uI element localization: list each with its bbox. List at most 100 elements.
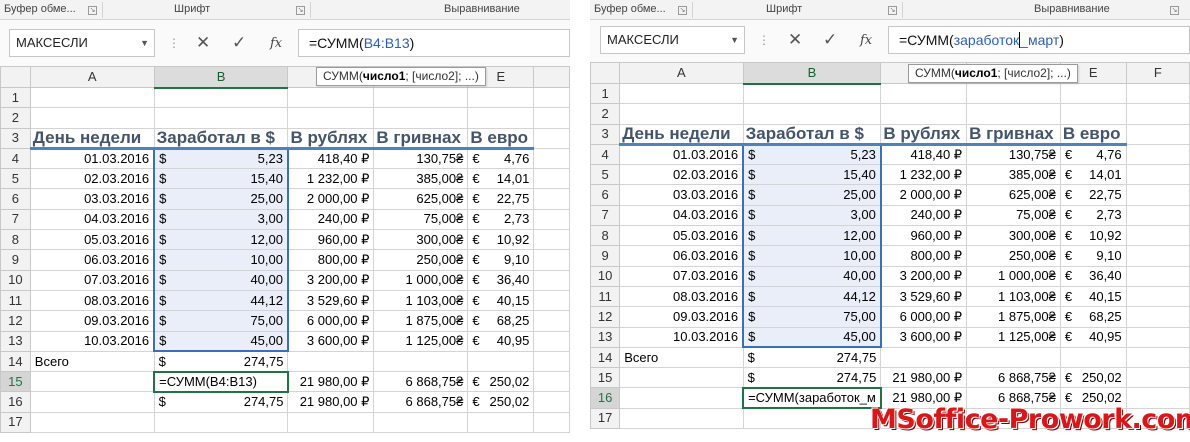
font-launcher-icon[interactable]: ↘ (296, 6, 305, 15)
cell[interactable] (533, 391, 570, 413)
total-label-cell[interactable]: Всего (619, 346, 744, 369)
column-header-b[interactable]: B (742, 62, 882, 85)
header-cell-uah[interactable]: В гривнах (966, 123, 1061, 146)
cell[interactable] (373, 86, 469, 109)
cell[interactable] (533, 269, 570, 291)
select-all-corner[interactable] (0, 66, 31, 88)
date-cell[interactable]: 08.03.2016 (619, 285, 744, 308)
usd-cell[interactable]: $5,23 (742, 143, 882, 166)
cell[interactable] (533, 411, 570, 434)
row-header[interactable]: 12 (590, 306, 621, 328)
row-header[interactable]: 2 (0, 107, 31, 129)
insert-function-icon[interactable]: fx (270, 36, 282, 51)
chevron-down-icon[interactable]: ▼ (140, 30, 149, 56)
cell[interactable] (1125, 123, 1190, 145)
usd-cell[interactable]: $12,00 (153, 229, 289, 251)
usd-cell[interactable]: $45,00 (153, 330, 289, 353)
cell[interactable] (533, 86, 570, 109)
row-header[interactable]: 12 (0, 310, 31, 332)
eur-cell[interactable]: €9,10 (467, 249, 535, 271)
total-label-cell[interactable]: Всего (29, 350, 155, 373)
cell[interactable] (880, 103, 968, 125)
eur-cell[interactable]: €22,75 (1059, 184, 1127, 206)
usd-cell[interactable]: $40,00 (153, 269, 289, 291)
cell[interactable] (467, 86, 535, 109)
row-header[interactable]: 16 (590, 387, 621, 409)
cell[interactable] (880, 346, 968, 369)
cell[interactable] (619, 407, 744, 430)
cell[interactable] (153, 86, 289, 109)
cell[interactable] (533, 289, 570, 312)
cell[interactable] (533, 127, 570, 149)
uah-cell[interactable]: 75,00₴ (966, 204, 1061, 227)
cell[interactable] (373, 107, 469, 129)
row-header[interactable]: 15 (590, 367, 621, 389)
eur-cell[interactable]: €40,95 (1059, 326, 1127, 348)
cell[interactable] (1125, 184, 1190, 206)
usd-cell[interactable]: $40,00 (742, 265, 882, 287)
cell[interactable] (966, 82, 1061, 105)
header-cell-day[interactable]: День недели (29, 127, 155, 150)
rub-cell[interactable]: 960,00 ₽ (287, 229, 375, 251)
total-usd-cell[interactable]: $274,75 (153, 350, 289, 373)
date-cell[interactable]: 02.03.2016 (29, 168, 155, 190)
cell[interactable] (742, 407, 882, 430)
row-header[interactable]: 13 (590, 326, 621, 348)
eur-cell[interactable]: €36,40 (1059, 265, 1127, 287)
sum-eur-cell[interactable]: €250,02 (467, 371, 535, 393)
eur-cell[interactable]: €4,76 (467, 147, 535, 170)
eur-cell[interactable]: €68,25 (467, 310, 535, 332)
cells-table[interactable]: A B C D E 1 2 3 День недели Заработал в … (0, 66, 570, 434)
cell[interactable] (287, 350, 375, 373)
cell[interactable] (373, 350, 469, 373)
sum-rub-cell[interactable]: 21 980,00 ₽ (287, 391, 375, 413)
cell[interactable] (287, 107, 375, 129)
formula-input[interactable]: =СУММ(B4:B13) (298, 29, 570, 57)
date-cell[interactable]: 01.03.2016 (619, 143, 744, 166)
rub-cell[interactable]: 418,40 ₽ (880, 143, 968, 166)
uah-cell[interactable]: 1 875,00₴ (966, 306, 1061, 328)
uah-cell[interactable]: 1 103,00₴ (373, 289, 469, 312)
row-header[interactable]: 8 (0, 229, 31, 251)
usd-cell[interactable]: $75,00 (153, 310, 289, 332)
cell[interactable] (533, 208, 570, 231)
eur-cell[interactable]: €40,95 (467, 330, 535, 352)
rub-cell[interactable]: 3 529,60 ₽ (287, 289, 375, 312)
date-cell[interactable]: 09.03.2016 (29, 310, 155, 332)
cell[interactable] (287, 86, 375, 109)
date-cell[interactable]: 07.03.2016 (619, 265, 744, 287)
active-cell-editing[interactable]: =СУММ(B4:B13) (153, 370, 289, 393)
insert-function-icon[interactable]: fx (860, 33, 872, 48)
rub-cell[interactable]: 240,00 ₽ (880, 204, 968, 227)
eur-cell[interactable]: €9,10 (1059, 245, 1127, 267)
rub-cell[interactable]: 418,40 ₽ (287, 147, 375, 170)
eur-cell[interactable]: €14,01 (467, 168, 535, 190)
uah-cell[interactable]: 130,75₴ (966, 143, 1061, 166)
uah-cell[interactable]: 75,00₴ (373, 208, 469, 231)
column-header-f[interactable]: F (1125, 62, 1190, 84)
cell[interactable] (373, 411, 469, 434)
sum-rub-cell[interactable]: 21 980,00 ₽ (287, 371, 375, 393)
uah-cell[interactable]: 1 125,00₴ (373, 330, 469, 352)
row-header[interactable]: 9 (590, 245, 621, 267)
date-cell[interactable]: 05.03.2016 (619, 225, 744, 247)
usd-cell[interactable]: $15,40 (153, 168, 289, 190)
row-header[interactable]: 4 (0, 147, 31, 170)
cell[interactable] (1125, 326, 1190, 348)
name-box[interactable]: МАКСЕСЛИ ▼ (9, 29, 155, 57)
rub-cell[interactable]: 3 200,00 ₽ (880, 265, 968, 287)
font-launcher-icon[interactable]: ↘ (888, 6, 897, 15)
chevron-down-icon[interactable]: ▼ (730, 27, 739, 53)
date-cell[interactable]: 10.03.2016 (619, 326, 744, 348)
row-header[interactable]: 14 (590, 346, 621, 369)
cell[interactable] (533, 147, 570, 170)
drag-handle-icon[interactable]: ⋮ (168, 36, 180, 50)
name-box[interactable]: МАКСЕСЛИ ▼ (600, 26, 745, 54)
header-cell-uah[interactable]: В гривнах (373, 127, 469, 150)
drag-handle-icon[interactable]: ⋮ (758, 33, 770, 47)
date-cell[interactable]: 05.03.2016 (29, 229, 155, 251)
cell[interactable] (880, 82, 968, 105)
rub-cell[interactable]: 3 200,00 ₽ (287, 269, 375, 291)
row-header[interactable]: 7 (0, 208, 31, 231)
header-cell-eur[interactable]: В евро (467, 127, 535, 150)
